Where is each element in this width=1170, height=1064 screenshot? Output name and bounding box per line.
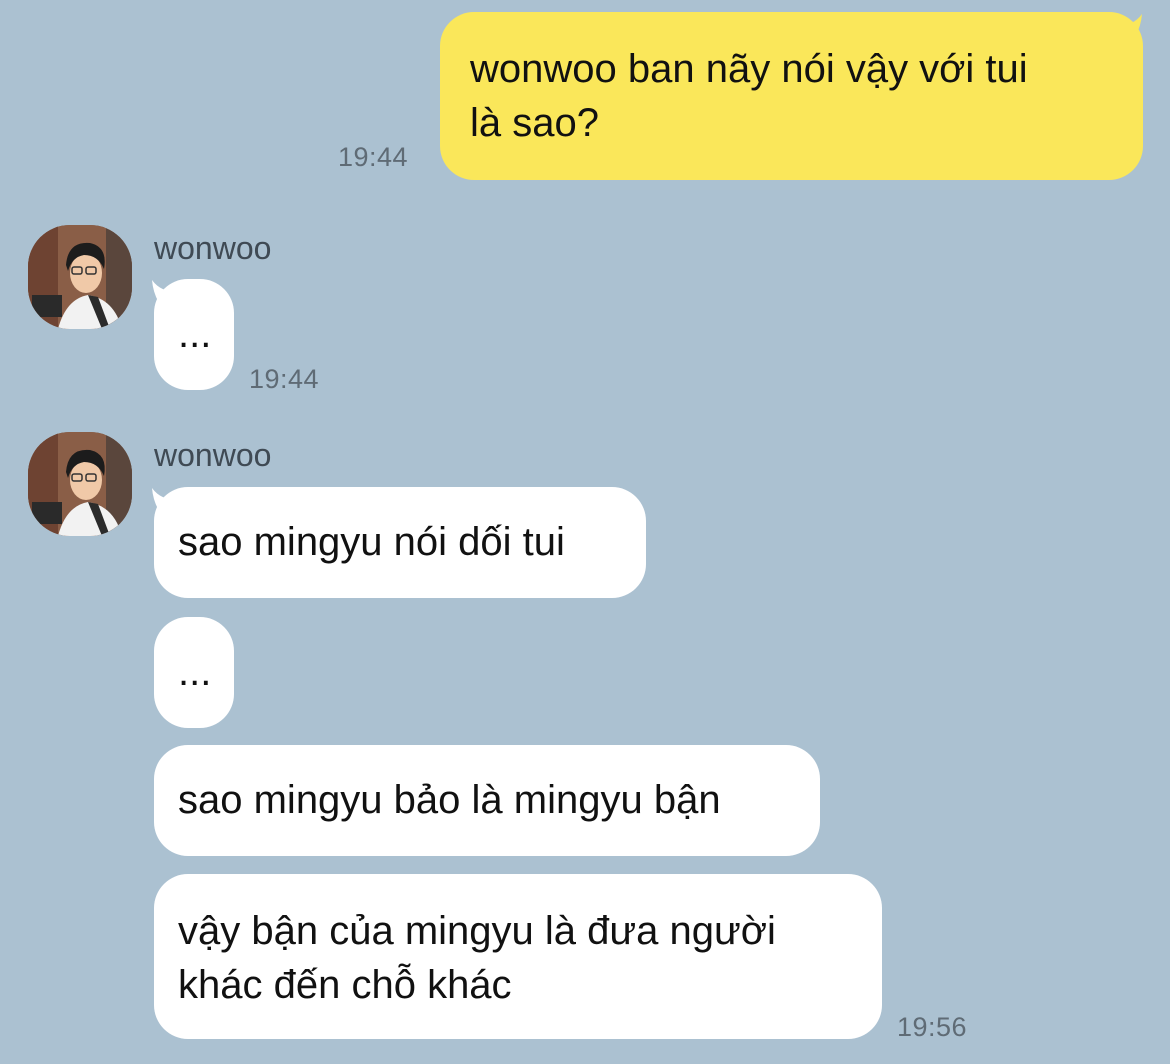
sender-avatar[interactable] [28, 432, 132, 536]
sender-avatar[interactable] [28, 225, 132, 329]
incoming-message-bubble[interactable]: sao mingyu nói dối tui [154, 487, 646, 598]
outgoing-message-bubble[interactable]: wonwoo ban nãy nói vậy với tui là sao? [440, 12, 1143, 180]
message-timestamp: 19:44 [338, 142, 409, 172]
incoming-message-bubble[interactable]: sao mingyu bảo là mingyu bận [154, 745, 820, 856]
incoming-message-bubble[interactable]: ... [154, 279, 234, 390]
profile-photo-avatar-icon [28, 225, 132, 329]
incoming-message-bubble[interactable]: ... [154, 617, 234, 728]
message-timestamp: 19:44 [249, 364, 320, 394]
sender-name: wonwoo [154, 230, 272, 266]
message-timestamp: 19:56 [897, 1012, 968, 1042]
sender-name: wonwoo [154, 437, 272, 473]
profile-photo-avatar-icon [28, 432, 132, 536]
incoming-message-bubble[interactable]: vậy bận của mingyu là đưa người khác đến… [154, 874, 882, 1039]
